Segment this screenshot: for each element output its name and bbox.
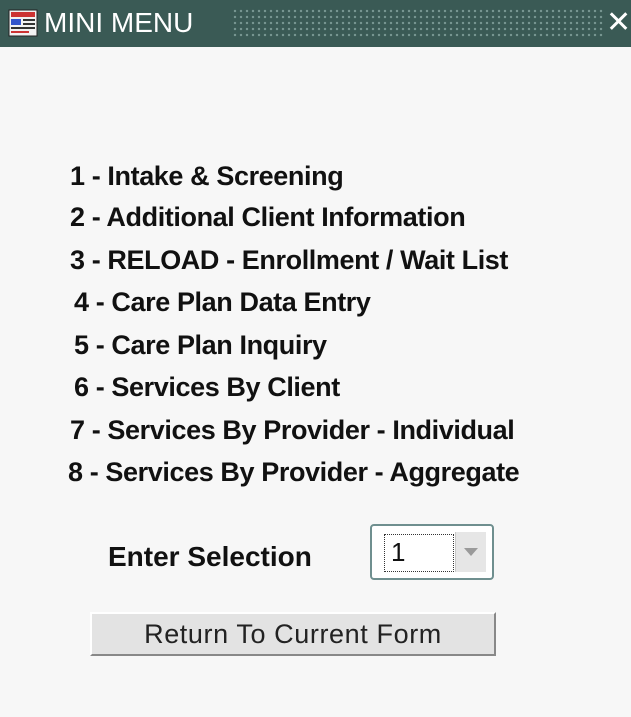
enter-selection-label: Enter Selection [108,541,312,572]
menu-item-reload-enrollment[interactable]: 3 - RELOAD - Enrollment / Wait List [70,244,508,276]
menu-item-services-provider-aggregate[interactable]: 8 - Services By Provider - Aggregate [68,456,520,488]
selection-dropdown[interactable]: 1 [370,524,494,580]
menu-item-care-plan-entry[interactable]: 4 - Care Plan Data Entry [74,286,371,318]
menu-item-services-provider-individual[interactable]: 7 - Services By Provider - Individual [70,414,515,446]
menu-item-services-by-client[interactable]: 6 - Services By Client [74,371,340,403]
window-title: MINI MENU [44,7,194,38]
chevron-down-icon[interactable] [455,532,486,572]
app-form-icon [8,9,38,37]
selection-value[interactable]: 1 [384,534,454,572]
mini-menu-window: MINI MENU ✕ 1 - Intake & Screening 2 - A… [0,0,631,717]
return-to-current-form-button[interactable]: Return To Current Form [90,612,496,656]
close-icon[interactable]: ✕ [606,6,631,40]
title-bar-pattern [232,8,604,38]
menu-item-care-plan-inquiry[interactable]: 5 - Care Plan Inquiry [74,329,327,361]
menu-item-additional-client-info[interactable]: 2 - Additional Client Information [70,201,466,233]
title-bar[interactable]: MINI MENU ✕ [0,0,631,47]
menu-item-intake-screening[interactable]: 1 - Intake & Screening [70,160,344,192]
